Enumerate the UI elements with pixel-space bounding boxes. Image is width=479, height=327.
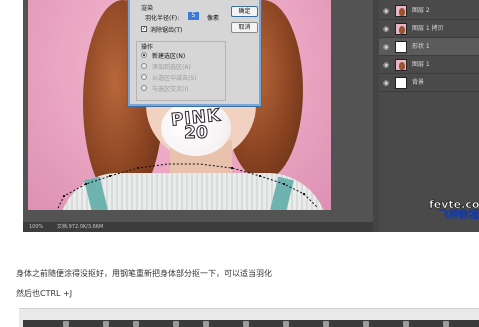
- toolbar-icon[interactable]: [173, 321, 179, 327]
- layer-thumbnail: [395, 41, 407, 53]
- ps-menu-bar: [23, 320, 479, 327]
- eye-icon[interactable]: ◉: [383, 79, 389, 87]
- eye-icon[interactable]: ◉: [383, 43, 389, 51]
- toolbar-icon[interactable]: [403, 321, 409, 327]
- toolbar-icon[interactable]: [443, 321, 449, 327]
- next-screenshot: [19, 308, 479, 327]
- new-selection-radio[interactable]: [141, 52, 147, 58]
- layer-row[interactable]: ◉ 背景: [379, 74, 479, 92]
- layer-row[interactable]: ◉ 图层 2: [379, 2, 479, 20]
- layer-row[interactable]: ◉ 图层 1 拷贝: [379, 20, 479, 38]
- ps-workspace: PINK 20 渲染 羽化半径(F): 5 像素 ✓ 消除锯齿(T) 确定 取消: [23, 0, 373, 222]
- feather-selection-dialog: 渲染 羽化半径(F): 5 像素 ✓ 消除锯齿(T) 确定 取消 操作 新建选区…: [128, 0, 261, 106]
- photoshop-screenshot: PINK 20 渲染 羽化半径(F): 5 像素 ✓ 消除锯齿(T) 确定 取消: [23, 0, 479, 232]
- toolbar-icon[interactable]: [363, 321, 369, 327]
- cancel-button[interactable]: 取消: [231, 22, 258, 33]
- toolbar-icon[interactable]: [243, 321, 249, 327]
- layer-row[interactable]: ◉ 图层 1: [379, 56, 479, 74]
- feather-unit-label: 像素: [207, 15, 220, 22]
- operation-section-title: 操作: [141, 44, 154, 51]
- layer-thumbnail: [395, 77, 407, 89]
- ok-button[interactable]: 确定: [231, 6, 258, 17]
- render-section-title: 渲染: [141, 5, 154, 12]
- antialias-label: 消除锯齿(T): [150, 27, 183, 34]
- layer-thumbnail: [395, 5, 407, 17]
- layer-name: 背景: [412, 79, 425, 86]
- toolbar-icon[interactable]: [133, 321, 139, 327]
- article-paragraph: 身体之前随便涂得没抠好，用钢笔重新把身体部分抠一下，可以适当羽化: [16, 269, 272, 278]
- new-selection-label: 新建选区(N): [152, 53, 186, 60]
- layer-row[interactable]: ◉ 形状 1: [379, 38, 479, 56]
- layer-thumbnail: [395, 23, 407, 35]
- watermark-brand: 飞特教程: [439, 210, 479, 222]
- add-selection-radio[interactable]: [141, 63, 147, 69]
- subtract-selection-radio[interactable]: [141, 74, 147, 80]
- toolbar-icon[interactable]: [323, 321, 329, 327]
- add-selection-label: 添加到选区(A): [152, 64, 191, 71]
- status-bar: 100% 文档:972.0K/3.66M: [23, 222, 373, 232]
- eye-icon[interactable]: ◉: [383, 25, 389, 33]
- antialias-checkbox[interactable]: ✓: [141, 26, 147, 32]
- layer-name: 图层 2: [412, 7, 430, 14]
- document-size: 文档:972.0K/3.66M: [56, 224, 104, 230]
- intersect-selection-radio[interactable]: [141, 85, 147, 91]
- layer-thumbnail: [395, 59, 407, 71]
- toolbar-icon[interactable]: [283, 321, 289, 327]
- layer-name: 图层 1 拷贝: [412, 25, 444, 32]
- toolbar-icon[interactable]: [63, 321, 69, 327]
- eye-icon[interactable]: ◉: [383, 61, 389, 69]
- feather-radius-input[interactable]: 5: [188, 12, 199, 20]
- eye-icon[interactable]: ◉: [383, 7, 389, 15]
- layer-name: 图层 1: [412, 61, 430, 68]
- feather-radius-label: 羽化半径(F):: [145, 15, 180, 22]
- zoom-level[interactable]: 100%: [29, 224, 43, 230]
- article-paragraph: 然后也CTRL +J: [16, 289, 73, 298]
- layer-name: 形状 1: [412, 43, 430, 50]
- watermark-site: fevte.com: [429, 198, 479, 211]
- intersect-selection-label: 与选区交叉(I): [152, 86, 189, 93]
- subtract-selection-label: 从选区中减去(S): [152, 75, 197, 82]
- toolbar-icon[interactable]: [103, 321, 109, 327]
- toolbar-icon[interactable]: [203, 321, 209, 327]
